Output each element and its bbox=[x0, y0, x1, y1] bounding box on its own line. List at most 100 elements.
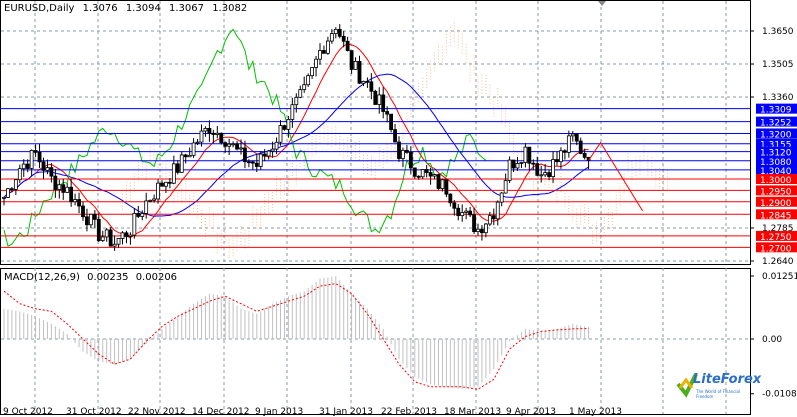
macd-tick-label: 0.01251 bbox=[762, 272, 797, 282]
lagging-span-line bbox=[3, 28, 487, 247]
candle bbox=[337, 28, 342, 37]
candle bbox=[404, 149, 409, 153]
candle bbox=[322, 50, 326, 54]
candle bbox=[428, 172, 433, 177]
candle bbox=[96, 219, 101, 241]
candle bbox=[527, 146, 532, 164]
high-value: 1.3094 bbox=[125, 3, 161, 14]
candle bbox=[373, 90, 378, 105]
support-label: 1.2900 bbox=[760, 199, 792, 209]
candle bbox=[167, 181, 172, 184]
candle bbox=[183, 154, 188, 158]
symbol-label: EURUSD,Daily bbox=[4, 3, 75, 14]
candle bbox=[175, 163, 180, 173]
candle bbox=[282, 125, 287, 130]
support-label: 1.3000 bbox=[760, 176, 792, 186]
x-tick-label: 9 Oct 2012 bbox=[3, 407, 53, 417]
x-tick-label: 31 Jan 2013 bbox=[319, 407, 373, 417]
x-tick-label: 18 Mar 2013 bbox=[444, 407, 501, 417]
macd-pane-frame bbox=[0, 268, 751, 415]
candle bbox=[365, 80, 370, 83]
candle bbox=[116, 238, 121, 245]
candle bbox=[37, 151, 42, 163]
candle bbox=[207, 128, 212, 134]
candle bbox=[29, 150, 34, 169]
candle bbox=[235, 143, 239, 150]
candle bbox=[491, 215, 496, 220]
candle bbox=[302, 84, 307, 91]
candle bbox=[152, 198, 157, 201]
candle bbox=[243, 147, 247, 163]
candle bbox=[33, 150, 38, 153]
candle bbox=[231, 143, 236, 146]
macd-main: 0.00235 bbox=[87, 272, 129, 283]
liteforex-logo: LiteForex The World of Financial Freedom bbox=[676, 370, 761, 400]
candle bbox=[124, 232, 129, 237]
candle bbox=[179, 154, 184, 173]
candle bbox=[128, 234, 133, 237]
logo-tagline: The World of Financial Freedom bbox=[696, 389, 741, 399]
candle bbox=[487, 215, 492, 225]
candle bbox=[381, 94, 386, 112]
candle bbox=[543, 172, 548, 176]
candle bbox=[559, 150, 563, 163]
candle bbox=[77, 199, 81, 207]
candle bbox=[136, 213, 141, 217]
candle bbox=[424, 169, 429, 173]
price-pane-frame bbox=[0, 0, 751, 265]
support-label: 1.2700 bbox=[760, 244, 792, 254]
candle bbox=[535, 163, 540, 176]
candle bbox=[45, 167, 50, 171]
chart-canvas[interactable]: 9 Oct 2012 31 Oct 2012 22 Nov 2012 14 Dec 2… bbox=[0, 0, 797, 417]
candle bbox=[401, 149, 405, 159]
candle bbox=[223, 142, 228, 147]
candle bbox=[49, 167, 54, 177]
candle bbox=[582, 153, 587, 158]
y-tick-label: 1.3505 bbox=[762, 60, 794, 70]
candle bbox=[452, 202, 457, 209]
candle bbox=[92, 213, 97, 220]
candle bbox=[539, 174, 544, 177]
candle bbox=[495, 201, 500, 220]
candle bbox=[456, 207, 461, 217]
x-tick-label: 1 May 2013 bbox=[569, 407, 622, 417]
candle bbox=[578, 140, 583, 154]
candle bbox=[483, 223, 488, 234]
candle bbox=[298, 89, 303, 98]
candle bbox=[333, 28, 338, 34]
support-label: 1.2750 bbox=[760, 233, 792, 243]
candle bbox=[89, 213, 93, 226]
candle bbox=[476, 228, 480, 232]
candle bbox=[385, 111, 390, 115]
candle bbox=[325, 40, 330, 54]
candle bbox=[397, 141, 401, 159]
candle bbox=[219, 132, 224, 144]
macd-name: MACD(12,26,9) bbox=[4, 272, 80, 283]
logo-text: LiteForex bbox=[693, 372, 762, 387]
x-tick-label: 31 Oct 2012 bbox=[66, 407, 122, 417]
candle bbox=[239, 147, 243, 150]
candle bbox=[100, 236, 105, 241]
macd-title: MACD(12,26,9) 0.00235 0.00206 bbox=[4, 272, 181, 283]
candle bbox=[112, 243, 117, 247]
y-tick-label: 1.3360 bbox=[762, 93, 794, 103]
candle bbox=[13, 179, 18, 190]
candle bbox=[144, 200, 149, 214]
chart-title: EURUSD,Daily 1.3076 1.3094 1.3067 1.3082 bbox=[4, 3, 252, 14]
candle bbox=[108, 229, 113, 247]
candle bbox=[570, 133, 575, 137]
candle bbox=[412, 167, 417, 177]
candle bbox=[574, 133, 579, 142]
candle bbox=[246, 161, 251, 164]
candle bbox=[555, 159, 559, 163]
candle bbox=[551, 159, 555, 177]
candle bbox=[503, 180, 508, 194]
candle bbox=[566, 135, 571, 153]
candle bbox=[341, 35, 346, 42]
candle bbox=[515, 163, 520, 169]
candle bbox=[171, 163, 176, 184]
chart-window[interactable]: 9 Oct 2012 31 Oct 2012 22 Nov 2012 14 Dec 2… bbox=[0, 0, 797, 417]
macd-tick-label: 0.00 bbox=[762, 335, 782, 345]
x-tick-label: 22 Nov 2012 bbox=[128, 407, 186, 417]
candle bbox=[81, 205, 85, 218]
